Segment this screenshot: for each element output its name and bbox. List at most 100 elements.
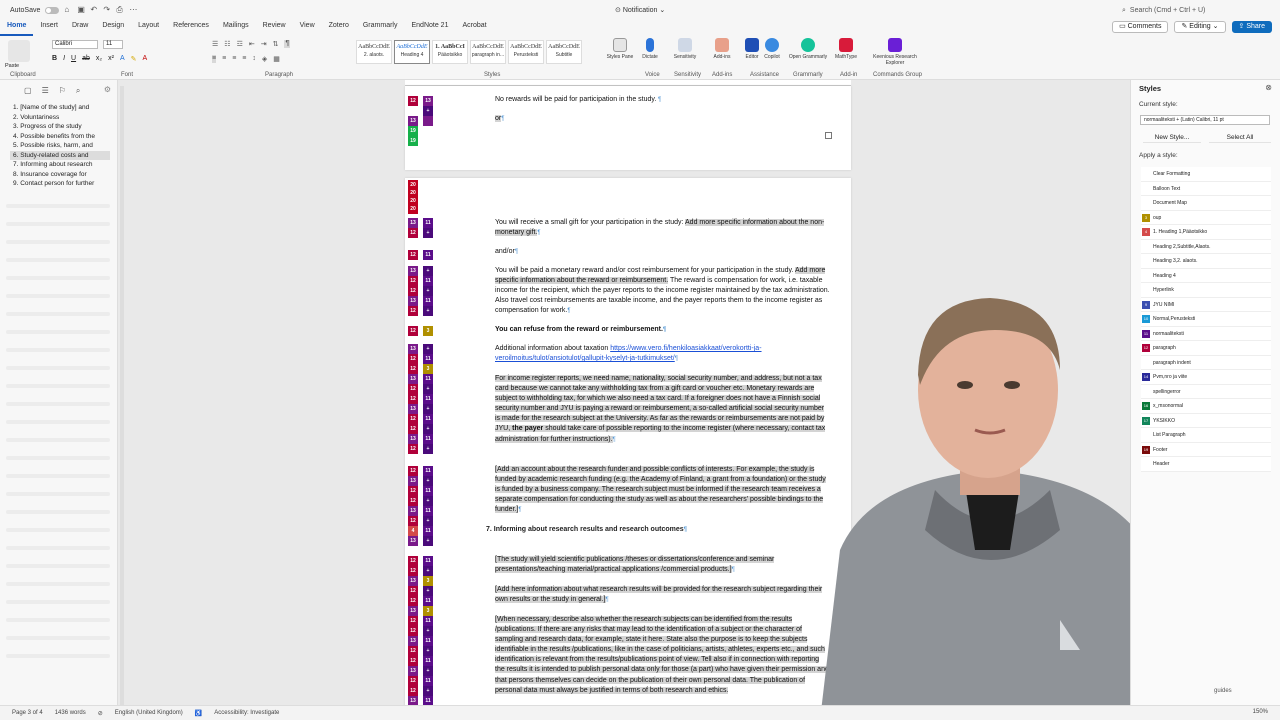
language-status[interactable]: English (United Kingdom) bbox=[115, 710, 183, 716]
subscript-button[interactable]: x₂ bbox=[96, 55, 102, 63]
nav-heading-item[interactable]: 1. [Name of the study] and bbox=[10, 103, 110, 113]
style-list-item[interactable]: Clear Formatting bbox=[1141, 167, 1271, 182]
save-icon[interactable]: ▣ bbox=[77, 6, 85, 14]
decrease-indent-icon[interactable]: ⇤ bbox=[249, 40, 255, 48]
settings-gear-icon[interactable]: ⚙ bbox=[104, 85, 111, 94]
document-title[interactable]: ⊙ Notification ⌄ bbox=[615, 6, 665, 14]
keenious-button[interactable]: Keenious Research Explorer bbox=[868, 38, 922, 66]
doc-paragraph[interactable]: and/or¶ bbox=[495, 247, 830, 257]
superscript-button[interactable]: x² bbox=[108, 55, 114, 63]
style-tile[interactable]: AaBbCcDdE Perusteksti bbox=[508, 40, 544, 64]
increase-indent-icon[interactable]: ⇥ bbox=[261, 40, 267, 48]
underline-button[interactable]: U bbox=[71, 55, 76, 63]
style-list-item[interactable]: 11 normaaliteksti bbox=[1141, 326, 1271, 341]
style-list-item[interactable]: paragraph indent bbox=[1141, 355, 1271, 370]
style-list-item[interactable]: spellingerror bbox=[1141, 384, 1271, 399]
paste-icon[interactable] bbox=[8, 40, 30, 62]
tab-draw[interactable]: Draw bbox=[65, 20, 95, 36]
bold-button[interactable]: B bbox=[52, 55, 57, 63]
tab-grammarly[interactable]: Grammarly bbox=[356, 20, 405, 36]
more-icon[interactable]: ⋯ bbox=[129, 6, 137, 14]
dictate-button[interactable]: Dictate bbox=[630, 38, 670, 60]
strikethrough-button[interactable]: ab bbox=[82, 55, 90, 63]
focus-guides-label[interactable]: guides bbox=[1214, 688, 1232, 694]
style-list-item[interactable]: 16 x_msonormal bbox=[1141, 399, 1271, 414]
tab-endnote[interactable]: EndNote 21 bbox=[404, 20, 455, 36]
headings-list-icon[interactable]: ☰ bbox=[42, 86, 49, 96]
sort-icon[interactable]: ⇅ bbox=[273, 40, 279, 48]
nav-heading-item[interactable]: 3. Progress of the study bbox=[10, 122, 110, 132]
italic-button[interactable]: I bbox=[63, 55, 65, 63]
justify-icon[interactable]: ≡ bbox=[242, 55, 246, 63]
nav-heading-item[interactable]: 6. Study-related costs and bbox=[10, 150, 110, 160]
doc-paragraph[interactable]: or¶ bbox=[495, 114, 830, 124]
comments-button[interactable]: ▭ Comments bbox=[1112, 21, 1169, 33]
align-left-icon[interactable]: ≡ bbox=[212, 55, 217, 63]
font-size-select[interactable]: 11 bbox=[103, 40, 123, 49]
tab-references[interactable]: References bbox=[166, 20, 216, 36]
word-count[interactable]: 1436 words bbox=[55, 710, 86, 716]
style-list-item[interactable]: 4 1. Heading 1,Pääotsikko bbox=[1141, 225, 1271, 240]
tab-acrobat[interactable]: Acrobat bbox=[455, 20, 493, 36]
style-list-item[interactable]: 10 Normal,Perusteksti bbox=[1141, 312, 1271, 327]
current-style-field[interactable]: normaaliteksti + (Latin) Calibri, 11 pt bbox=[1140, 115, 1270, 125]
style-list-item[interactable]: 3 oup bbox=[1141, 210, 1271, 225]
style-list-item[interactable]: Heading 2,Subtitle,Alaots. bbox=[1141, 239, 1271, 254]
zoom-level[interactable]: 150% bbox=[1253, 709, 1268, 715]
style-list-item[interactable]: 14 Pvm,nro ja viite bbox=[1141, 370, 1271, 385]
nav-heading-item[interactable]: 9. Contact person for further bbox=[10, 179, 110, 189]
numbering-icon[interactable]: ☷ bbox=[224, 40, 230, 48]
line-spacing-icon[interactable]: ↕ bbox=[252, 55, 256, 63]
doc-paragraph[interactable]: No rewards will be paid for participatio… bbox=[495, 95, 830, 105]
borders-icon[interactable]: ▦ bbox=[273, 55, 280, 63]
select-all-button[interactable]: Select All bbox=[1209, 133, 1271, 143]
style-list-item[interactable]: Header bbox=[1141, 457, 1271, 472]
style-tile[interactable]: AaBbCcDdE paragraph in... bbox=[470, 40, 506, 64]
style-list-item[interactable]: List Paragraph bbox=[1141, 428, 1271, 443]
style-tile[interactable]: AaBbCcDdE Heading 4 bbox=[394, 40, 430, 64]
tab-mailings[interactable]: Mailings bbox=[216, 20, 256, 36]
search-icon[interactable]: ⌕ bbox=[76, 86, 80, 96]
page-count[interactable]: Page 3 of 4 bbox=[12, 710, 43, 716]
home-icon[interactable]: ⌂ bbox=[64, 6, 72, 14]
thumbnails-icon[interactable]: ▢ bbox=[24, 86, 32, 96]
tab-home[interactable]: Home bbox=[0, 20, 34, 36]
style-list-item[interactable]: Heading 3,2. alaots. bbox=[1141, 254, 1271, 269]
autosave-toggle[interactable] bbox=[45, 6, 60, 14]
close-icon[interactable]: ⊗ bbox=[1265, 83, 1272, 92]
align-center-icon[interactable]: ≡ bbox=[222, 55, 226, 63]
tab-insert[interactable]: Insert bbox=[33, 20, 65, 36]
grammarly-button[interactable]: Open Grammarly bbox=[788, 38, 828, 60]
font-name-select[interactable]: Calibri bbox=[52, 40, 98, 49]
section-heading[interactable]: 7. Informing about research results and … bbox=[486, 526, 687, 533]
undo-icon[interactable]: ↶ bbox=[90, 6, 98, 14]
vertical-ruler[interactable] bbox=[120, 86, 124, 705]
style-list-item[interactable]: 9 JYU NIMI bbox=[1141, 297, 1271, 312]
tab-layout[interactable]: Layout bbox=[131, 20, 166, 36]
style-list-item[interactable]: 17 YKSIKKO bbox=[1141, 413, 1271, 428]
nav-heading-item[interactable]: 8. Insurance coverage for bbox=[10, 170, 110, 180]
multilevel-list-icon[interactable]: ☲ bbox=[237, 40, 243, 48]
flag-icon[interactable]: ⚐ bbox=[59, 86, 66, 96]
style-list-item[interactable]: 12 paragraph bbox=[1141, 341, 1271, 356]
print-icon[interactable]: ⎙ bbox=[116, 6, 124, 14]
sensitivity-button[interactable]: Sensitivity bbox=[665, 38, 705, 60]
tab-design[interactable]: Design bbox=[95, 20, 131, 36]
redo-icon[interactable]: ↷ bbox=[103, 6, 111, 14]
align-right-icon[interactable]: ≡ bbox=[232, 55, 236, 63]
accessibility-status[interactable]: Accessibility: Investigate bbox=[214, 710, 279, 716]
style-list-item[interactable]: Heading 4 bbox=[1141, 268, 1271, 283]
style-list-item[interactable]: 19 Footer bbox=[1141, 442, 1271, 457]
proofing-icon[interactable]: ⊘ bbox=[98, 710, 103, 717]
mathtype-button[interactable]: MathType bbox=[826, 38, 866, 60]
share-button[interactable]: ⇪ Share bbox=[1231, 21, 1272, 33]
font-color-icon[interactable]: A bbox=[142, 55, 147, 63]
tab-view[interactable]: View bbox=[293, 20, 322, 36]
show-marks-icon[interactable]: ¶ bbox=[284, 40, 291, 48]
nav-heading-item[interactable]: 2. Voluntariness bbox=[10, 113, 110, 123]
text-effects-icon[interactable]: A bbox=[120, 55, 125, 63]
style-tile[interactable]: AaBbCcDdE Subtitle bbox=[546, 40, 582, 64]
editing-mode-button[interactable]: ✎ Editing ⌄ bbox=[1174, 21, 1226, 33]
doc-paragraph[interactable]: You will receive a small gift for your p… bbox=[495, 218, 830, 238]
nav-heading-item[interactable]: 5. Possible risks, harm, and bbox=[10, 141, 110, 151]
